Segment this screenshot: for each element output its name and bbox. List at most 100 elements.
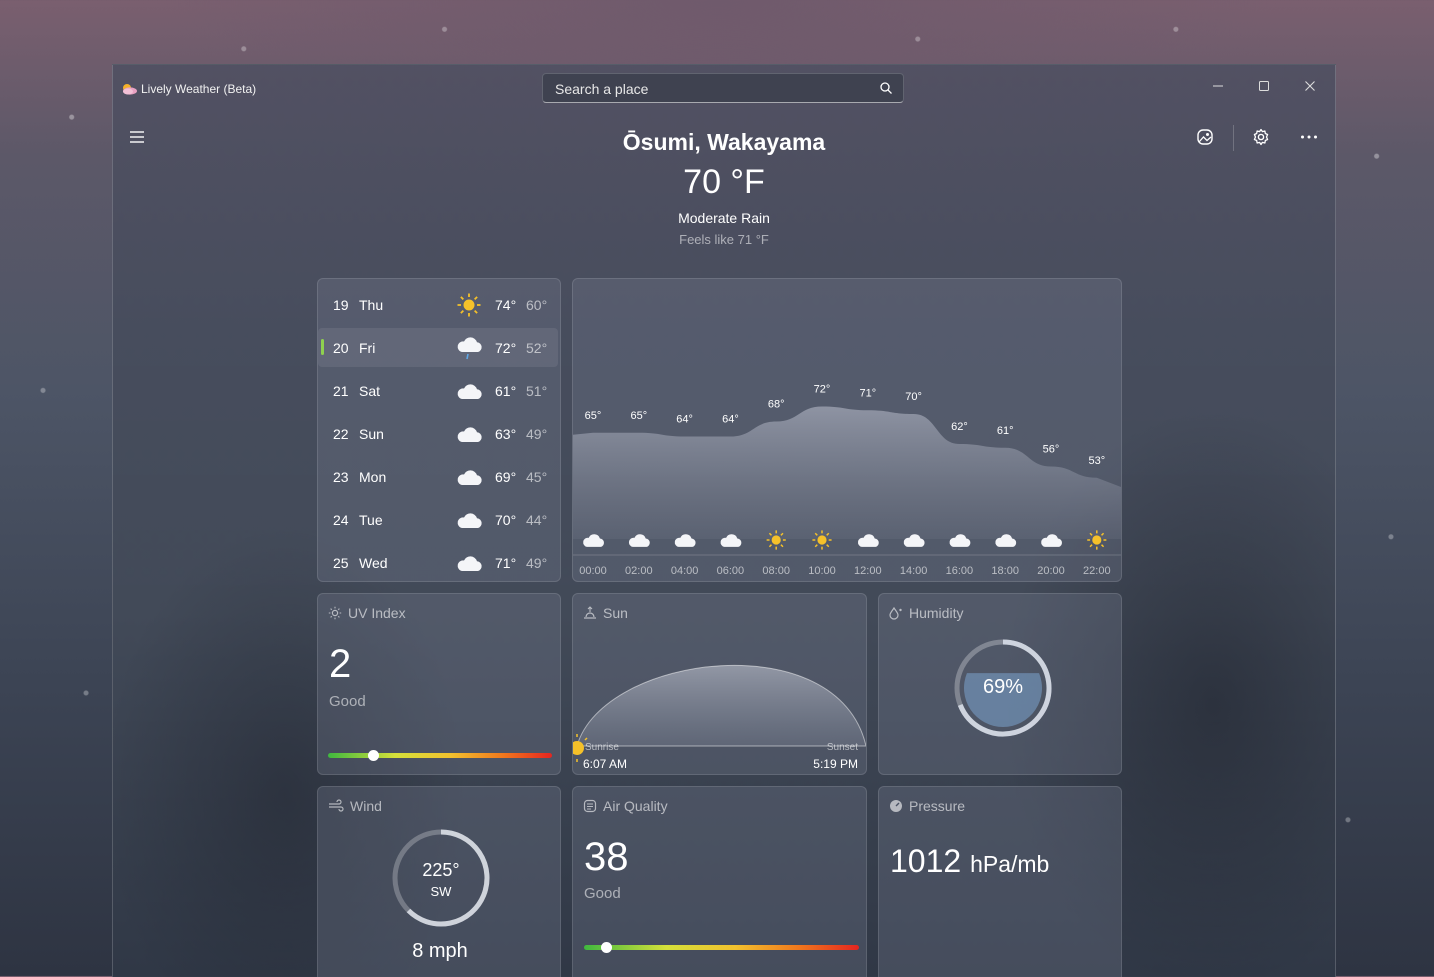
hourly-time-label: 12:00 (854, 565, 882, 577)
app-window: Lively Weather (Beta) Search a place Ōsu… (112, 64, 1336, 977)
hourly-time-label: 02:00 (625, 565, 653, 577)
selected-day-indicator (321, 339, 324, 355)
sunset-time: 5:19 PM (813, 757, 858, 771)
maximize-button[interactable] (1241, 71, 1287, 101)
forecast-day-row[interactable]: 25 Wed 71° 49° (318, 543, 558, 581)
hourly-temp-label: 65° (585, 410, 602, 422)
pressure-card: Pressure 1012 hPa/mb (878, 786, 1122, 977)
forecast-day-row[interactable]: 24 Tue 70° 44° (318, 500, 558, 539)
hourly-temp-label: 61° (997, 425, 1014, 437)
forecast-day-number: 21 (333, 383, 349, 399)
hourly-time-label: 14:00 (900, 565, 928, 577)
current-temperature: 70 °F (683, 163, 765, 201)
wind-direction-degrees: 225° (422, 860, 460, 880)
hourly-time-label: 04:00 (671, 565, 699, 577)
location-title: Ōsumi, Wakayama (622, 129, 826, 155)
pressure-gauge-icon (890, 800, 902, 812)
hourly-time-label: 06:00 (717, 565, 745, 577)
daily-forecast-card: 19 Thu 74° 60° 20 Fri 72° 52° 21 Sat 61° 51° 22 Sun 63… (317, 278, 561, 582)
forecast-high: 69° (495, 469, 517, 485)
sunrise-label: Sunrise (585, 742, 619, 753)
uv-index-label: UV Index (348, 605, 406, 621)
forecast-day-name: Mon (359, 469, 387, 485)
forecast-day-number: 20 (333, 340, 349, 356)
cloud-icon (454, 379, 484, 403)
forecast-high: 74° (495, 297, 517, 313)
hourly-temp-label: 64° (722, 414, 739, 426)
sun-card: Sun Sunrise 6:07 AM Sunset 5:19 PM (572, 593, 867, 775)
uv-index-scale (328, 750, 552, 761)
forecast-day-name: Sat (359, 383, 381, 399)
air-quality-rating: Good (584, 885, 621, 902)
hourly-forecast-card: 65° 00:00 65° 02:00 64° 04:00 64° 06:00 68° 08:00… (572, 278, 1122, 582)
sun-icon (812, 530, 832, 550)
cloud-rain-icon (454, 336, 484, 360)
forecast-high: 63° (495, 426, 517, 442)
sunset-label: Sunset (826, 742, 858, 753)
forecast-day-number: 23 (333, 469, 349, 485)
feels-like: Feels like 71 °F (679, 232, 769, 247)
cloud-icon (454, 508, 484, 532)
title-bar: Lively Weather (Beta) (113, 65, 1335, 113)
sun-icon (1087, 530, 1107, 550)
humidity-card: Humidity 69% (878, 593, 1122, 775)
forecast-high: 72° (495, 340, 517, 356)
cloud-icon (454, 551, 484, 575)
uv-index-card: UV Index 2 Good (317, 593, 561, 775)
forecast-day-row[interactable]: 21 Sat 61° 51° (318, 371, 558, 410)
forecast-low: 49° (526, 555, 548, 571)
air-quality-icon (583, 799, 597, 813)
wind-speed: 8 mph (412, 940, 468, 962)
forecast-day-name: Sun (359, 426, 384, 442)
forecast-day-row[interactable]: 19 Thu 74° 60° (318, 285, 558, 324)
hourly-chart: 65° 00:00 65° 02:00 64° 04:00 64° 06:00 68° 08:00… (573, 384, 1121, 577)
forecast-day-row[interactable]: 20 Fri 72° 52° (318, 328, 558, 367)
forecast-day-name: Fri (359, 340, 376, 356)
forecast-low: 44° (526, 512, 548, 528)
forecast-day-name: Wed (359, 555, 388, 571)
minimize-button[interactable] (1195, 71, 1241, 101)
forecast-day-row[interactable]: 23 Mon 69° 45° (318, 457, 558, 496)
forecast-day-number: 19 (333, 297, 349, 313)
uv-index-value: 2 (329, 642, 352, 686)
pressure-label: Pressure (909, 798, 966, 814)
sun-icon (766, 530, 786, 550)
forecast-day-name: Tue (359, 512, 383, 528)
humidity-value: 69% (982, 676, 1024, 698)
forecast-low: 45° (526, 469, 548, 485)
close-button[interactable] (1287, 71, 1333, 101)
app-title: Lively Weather (Beta) (141, 82, 257, 96)
forecast-high: 70° (495, 512, 517, 528)
air-quality-indicator (601, 942, 612, 953)
forecast-day-name: Thu (359, 297, 384, 313)
hourly-temp-label: 56° (1043, 444, 1060, 456)
hourly-temp-label: 70° (905, 391, 922, 403)
forecast-high: 61° (495, 383, 517, 399)
forecast-low: 52° (526, 340, 548, 356)
hourly-temp-label: 71° (859, 387, 876, 399)
pressure-unit: hPa/mb (970, 851, 1050, 877)
forecast-low: 60° (526, 297, 548, 313)
hourly-time-label: 08:00 (762, 565, 790, 577)
cloud-icon (454, 422, 484, 446)
pressure-title: Pressure (889, 798, 965, 814)
hourly-temp-label: 64° (676, 414, 693, 426)
pressure-value: 1012 (890, 843, 962, 879)
hourly-temp-label: 53° (1088, 455, 1105, 467)
air-quality-title: Air Quality (583, 798, 668, 814)
air-quality-card: Air Quality 38 Good (572, 786, 867, 977)
app-logo-icon (123, 84, 137, 95)
wind-card: Wind 225° SW 8 mph (317, 786, 561, 977)
search-icon[interactable] (879, 81, 893, 95)
hourly-time-label: 18:00 (991, 565, 1019, 577)
uv-index-title: UV Index (328, 605, 406, 621)
search-input[interactable] (553, 79, 867, 99)
forecast-day-row[interactable]: 22 Sun 63° 49° (318, 414, 558, 453)
hourly-time-label: 16:00 (946, 565, 974, 577)
forecast-low: 49° (526, 426, 548, 442)
uv-index-rating: Good (329, 693, 366, 710)
search-box[interactable] (542, 73, 904, 103)
forecast-day-number: 25 (333, 555, 349, 571)
hourly-time-label: 22:00 (1083, 565, 1111, 577)
maximize-icon (1259, 81, 1269, 91)
